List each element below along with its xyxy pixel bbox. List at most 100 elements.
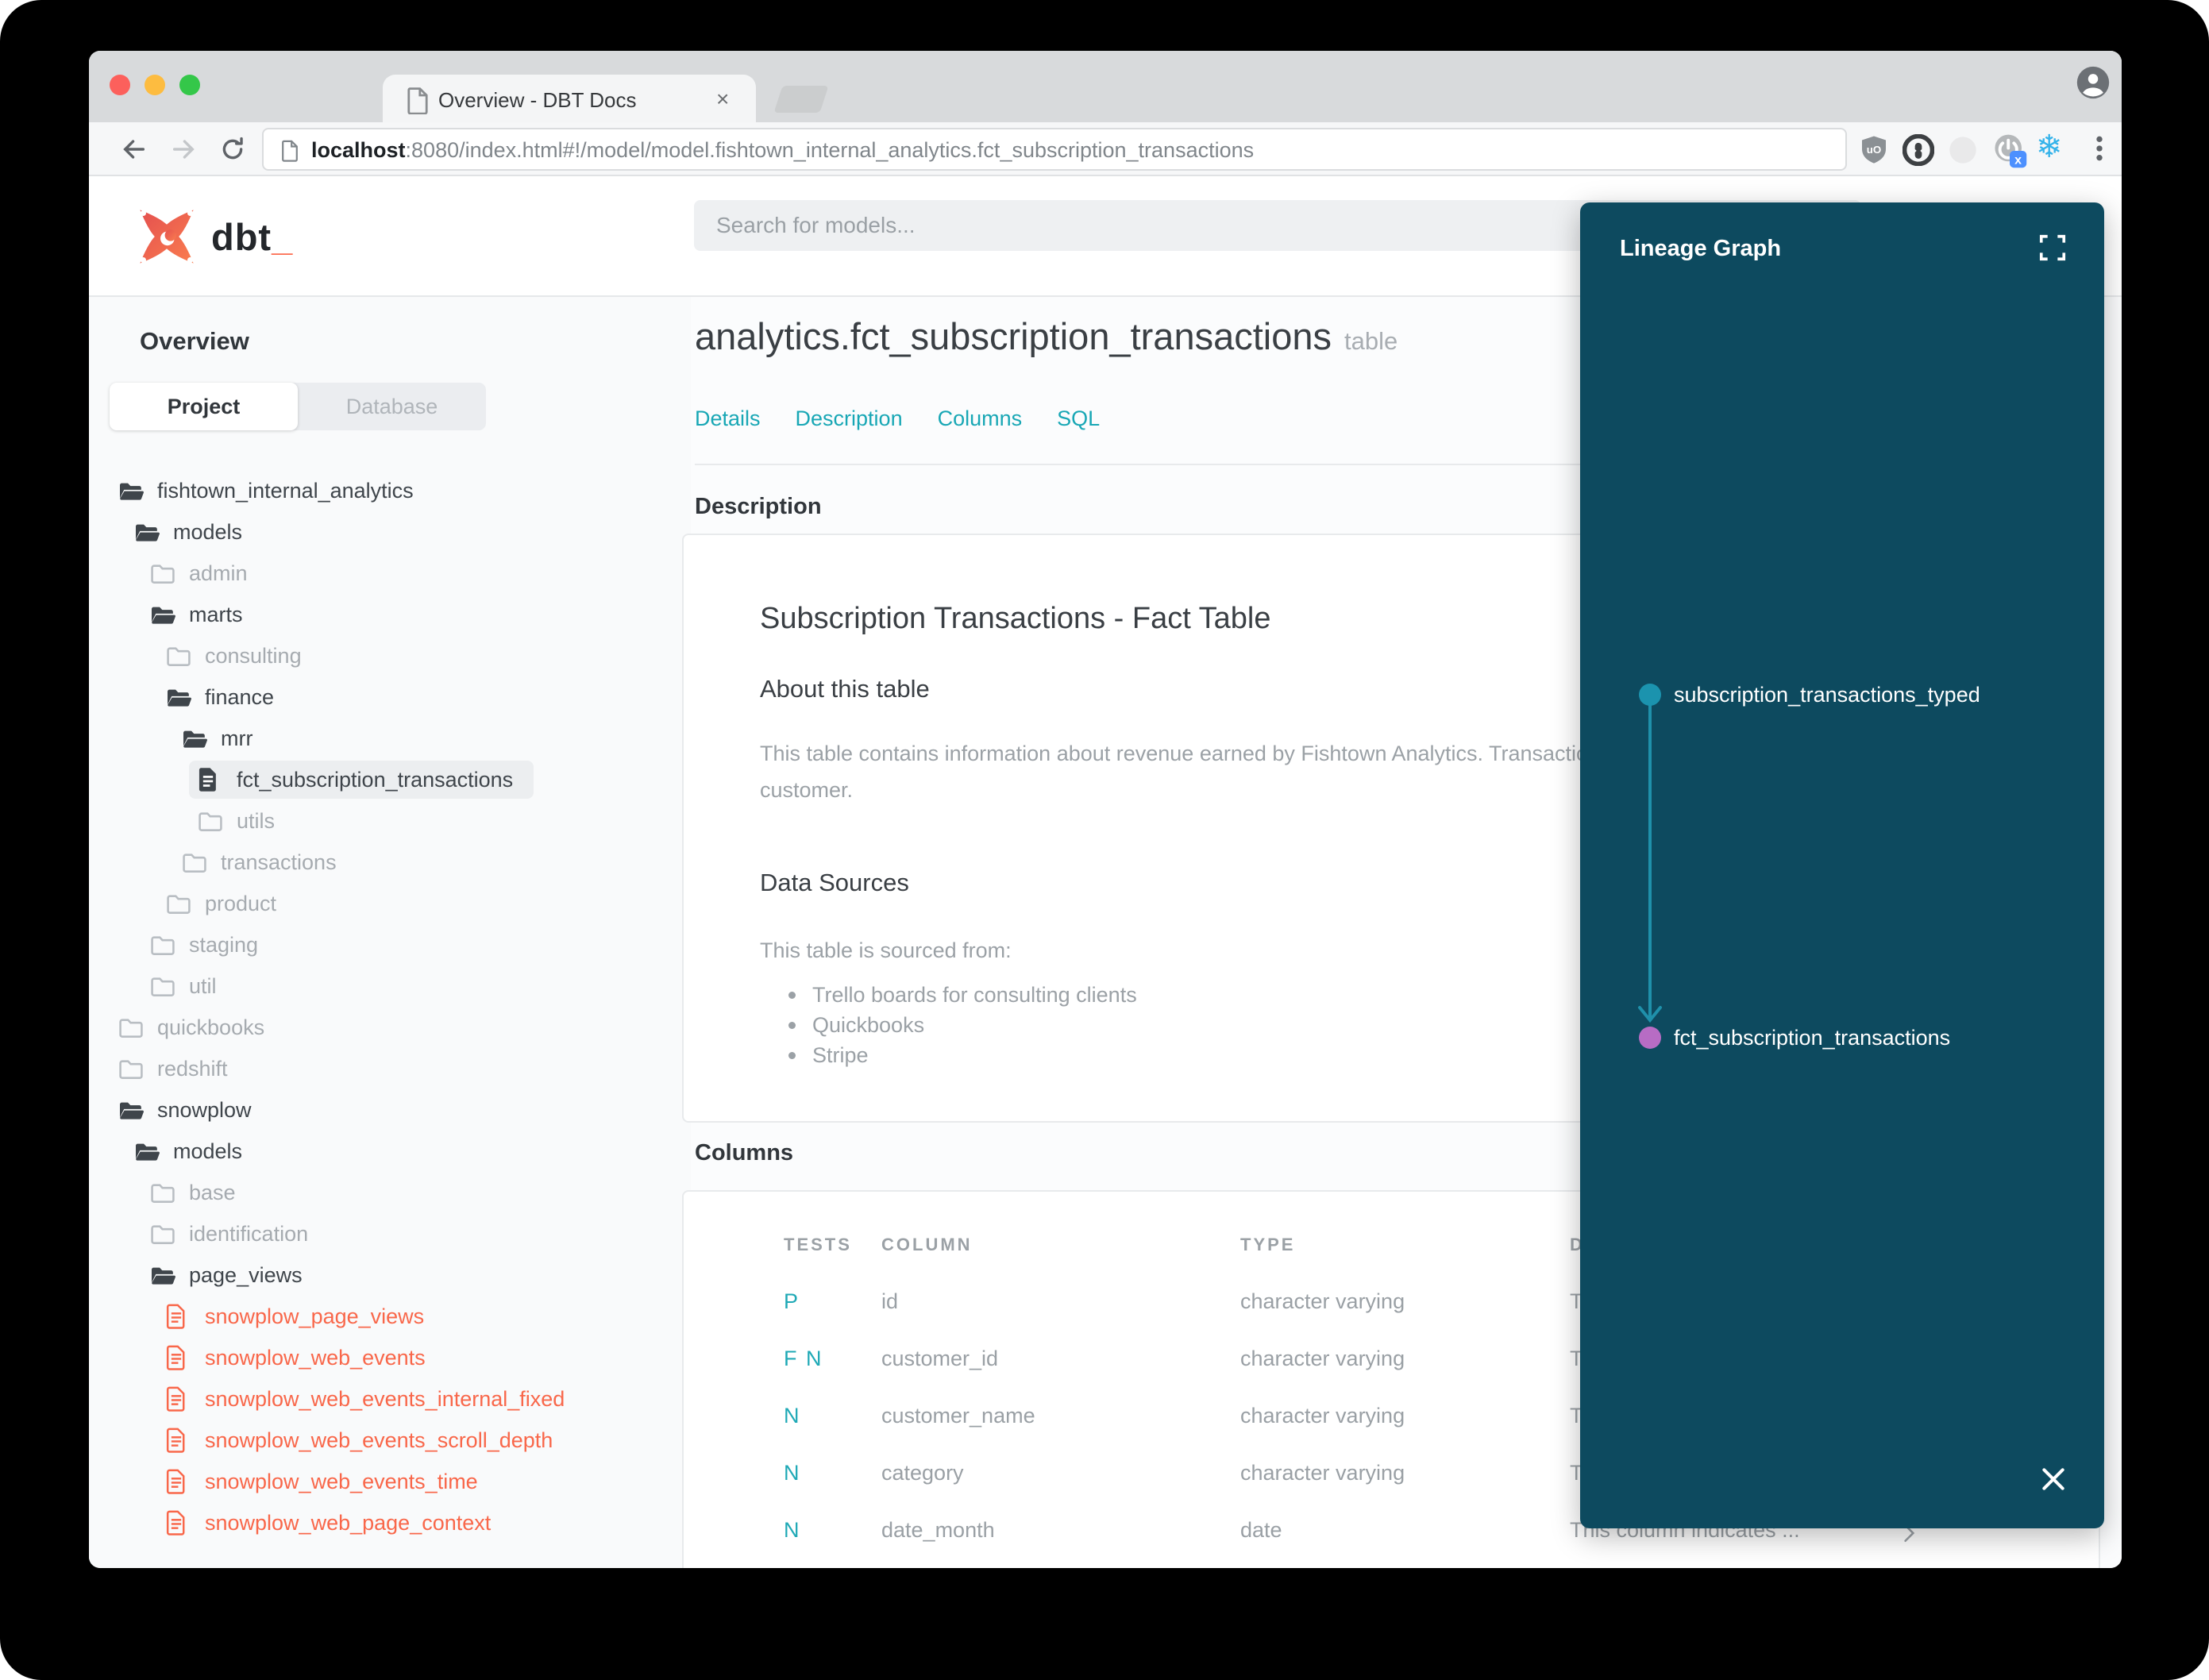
lineage-node-label-subscription_transactions_typed[interactable]: subscription_transactions_typed bbox=[1674, 679, 1980, 711]
tree-item-staging[interactable]: staging bbox=[89, 924, 691, 965]
tree-item-base[interactable]: base bbox=[89, 1172, 691, 1213]
tree-item-label: models bbox=[173, 1139, 243, 1163]
tab-project[interactable]: Project bbox=[110, 383, 298, 430]
folder-open-icon bbox=[118, 480, 145, 502]
tree-item-models[interactable]: models bbox=[89, 1131, 691, 1172]
tree-item-label: util bbox=[189, 973, 217, 998]
file-icon bbox=[165, 1428, 192, 1453]
tree-item-snowplow_web_events_internal_fixed[interactable]: snowplow_web_events_internal_fixed bbox=[89, 1378, 691, 1420]
folder-open-icon bbox=[133, 1140, 160, 1162]
tab-close-icon[interactable]: × bbox=[716, 87, 729, 112]
back-icon[interactable] bbox=[121, 136, 148, 167]
tree-item-consulting[interactable]: consulting bbox=[89, 635, 691, 676]
file-icon bbox=[197, 767, 224, 792]
tree-item-label: snowplow_web_events_time bbox=[205, 1469, 478, 1493]
tree-item-redshift[interactable]: redshift bbox=[89, 1048, 691, 1089]
tree-item-snowplow_page_views[interactable]: snowplow_page_views bbox=[89, 1296, 691, 1337]
folder-closed-icon bbox=[149, 1223, 176, 1245]
tree-item-fct_subscription_transactions[interactable]: fct_subscription_transactions bbox=[89, 759, 691, 800]
model-tab-description[interactable]: Description bbox=[796, 407, 903, 431]
col-header-type: TYPE bbox=[1240, 1235, 1296, 1254]
lineage-node-dot-fct_subscription_transactions[interactable] bbox=[1639, 1027, 1661, 1049]
tree-item-admin[interactable]: admin bbox=[89, 553, 691, 594]
browser-tab[interactable]: Overview - DBT Docs × bbox=[383, 75, 756, 122]
sidebar-heading: Overview bbox=[140, 327, 249, 355]
file-tree: fishtown_internal_analytics models admin ma… bbox=[89, 470, 691, 1543]
tree-item-label: staging bbox=[189, 932, 259, 957]
tree-item-label: quickbooks bbox=[157, 1015, 265, 1039]
source-item: Trello boards for consulting clients bbox=[784, 980, 1137, 1010]
tab-title: Overview - DBT Docs bbox=[438, 88, 637, 112]
folder-closed-icon bbox=[149, 934, 176, 956]
column-cell: category bbox=[881, 1461, 964, 1485]
tab-database[interactable]: Database bbox=[298, 383, 486, 430]
col-header-tests: TESTS bbox=[784, 1235, 852, 1254]
tree-item-identification[interactable]: identification bbox=[89, 1213, 691, 1254]
tree-item-snowplow_web_events_scroll_depth[interactable]: snowplow_web_events_scroll_depth bbox=[89, 1420, 691, 1461]
maximize-window-button[interactable] bbox=[179, 75, 200, 95]
folder-closed-icon bbox=[149, 1181, 176, 1204]
browser-window: Overview - DBT Docs × localhost:8080/ind… bbox=[89, 51, 2122, 1568]
svg-text:uO: uO bbox=[1867, 144, 1882, 156]
tree-item-models[interactable]: models bbox=[89, 511, 691, 553]
forward-icon[interactable] bbox=[170, 136, 197, 167]
model-tab-details[interactable]: Details bbox=[695, 407, 761, 431]
description-section-heading: Description bbox=[695, 494, 822, 519]
dbt-logo[interactable]: dbt_ bbox=[135, 205, 293, 268]
folder-closed-icon bbox=[165, 645, 192, 667]
lineage-node-label-fct_subscription_transactions[interactable]: fct_subscription_transactions bbox=[1674, 1022, 1950, 1054]
sources-list: Trello boards for consulting clients Quic… bbox=[784, 980, 1137, 1070]
url-host: localhost bbox=[311, 138, 406, 162]
url-bar[interactable]: localhost:8080/index.html#!/model/model.… bbox=[262, 128, 1847, 171]
new-tab-button[interactable] bbox=[773, 86, 829, 113]
tree-item-label: utils bbox=[237, 808, 276, 833]
file-icon bbox=[165, 1510, 192, 1536]
folder-closed-icon bbox=[181, 851, 208, 873]
minimize-window-button[interactable] bbox=[145, 75, 165, 95]
lineage-graph-panel: Lineage Graph subscription_transactions_… bbox=[1580, 202, 2104, 1528]
lineage-node-dot-subscription_transactions_typed[interactable] bbox=[1639, 684, 1661, 706]
dbt-logo-icon bbox=[140, 210, 194, 264]
column-cell: id bbox=[881, 1289, 899, 1313]
tree-item-snowplow_web_events_time[interactable]: snowplow_web_events_time bbox=[89, 1461, 691, 1502]
model-tab-sql[interactable]: SQL bbox=[1057, 407, 1100, 431]
folder-closed-icon bbox=[165, 892, 192, 915]
page-title-suffix: table bbox=[1344, 327, 1398, 355]
tree-item-util[interactable]: util bbox=[89, 965, 691, 1007]
tree-item-finance[interactable]: finance bbox=[89, 676, 691, 718]
tree-item-quickbooks[interactable]: quickbooks bbox=[89, 1007, 691, 1048]
tree-item-label: fct_subscription_transactions bbox=[237, 767, 514, 792]
tree-item-label: mrr bbox=[221, 726, 253, 750]
model-tabs: Details Description Columns SQL bbox=[695, 407, 1100, 431]
model-tab-columns[interactable]: Columns bbox=[938, 407, 1023, 431]
tree-item-transactions[interactable]: transactions bbox=[89, 842, 691, 883]
close-icon[interactable] bbox=[2037, 1463, 2069, 1499]
tree-item-label: snowplow_web_events bbox=[205, 1345, 426, 1370]
tree-item-label: redshift bbox=[157, 1056, 228, 1081]
col-header-column: COLUMN bbox=[881, 1235, 973, 1254]
column-cell: date_month bbox=[881, 1518, 995, 1542]
dbt-logo-text: dbt_ bbox=[211, 215, 294, 258]
tree-item-mrr[interactable]: mrr bbox=[89, 718, 691, 759]
snowflake-extension-icon[interactable]: ❄ bbox=[2036, 129, 2076, 183]
tree-item-marts[interactable]: marts bbox=[89, 594, 691, 635]
lineage-title: Lineage Graph bbox=[1620, 236, 1782, 261]
tree-item-fishtown_internal_analytics[interactable]: fishtown_internal_analytics bbox=[89, 470, 691, 511]
browser-toolbar: localhost:8080/index.html#!/model/model.… bbox=[89, 122, 2122, 176]
folder-open-icon bbox=[133, 521, 160, 543]
tree-item-utils[interactable]: utils bbox=[89, 800, 691, 842]
tests-cell: F N bbox=[784, 1347, 823, 1370]
tree-item-snowplow_web_events[interactable]: snowplow_web_events bbox=[89, 1337, 691, 1378]
tree-item-snowplow_web_page_context[interactable]: snowplow_web_page_context bbox=[89, 1502, 691, 1543]
reload-icon[interactable] bbox=[219, 136, 246, 167]
fullscreen-expand-icon[interactable] bbox=[2037, 233, 2068, 267]
tree-item-label: product bbox=[205, 891, 277, 915]
tree-item-snowplow[interactable]: snowplow bbox=[89, 1089, 691, 1131]
screenshot-canvas: Overview - DBT Docs × localhost:8080/ind… bbox=[0, 0, 2209, 1680]
profile-avatar-icon[interactable] bbox=[2076, 65, 2111, 104]
project-database-toggle: Project Database bbox=[110, 383, 486, 430]
tree-item-product[interactable]: product bbox=[89, 883, 691, 924]
close-window-button[interactable] bbox=[110, 75, 130, 95]
tree-item-label: snowplow bbox=[157, 1097, 252, 1122]
tree-item-page_views[interactable]: page_views bbox=[89, 1254, 691, 1296]
